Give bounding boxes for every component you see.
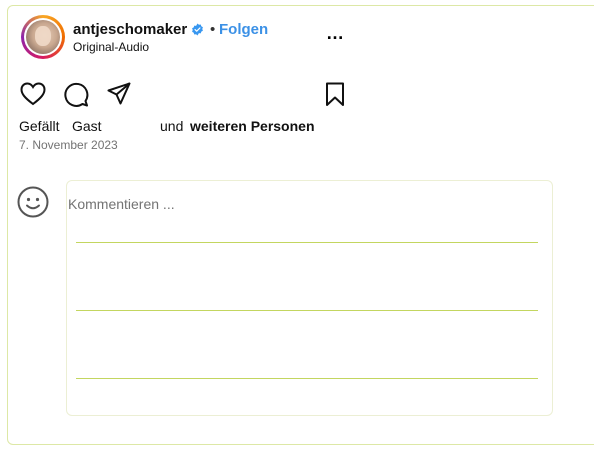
more-options-icon[interactable]: …: [326, 24, 346, 42]
heart-icon[interactable]: [20, 82, 46, 106]
guide-line: [76, 310, 538, 311]
follow-button[interactable]: Folgen: [219, 21, 268, 38]
comment-icon[interactable]: [63, 82, 89, 107]
likes-middle: und: [160, 118, 184, 134]
comment-input[interactable]: [66, 180, 553, 416]
bookmark-icon[interactable]: [324, 82, 346, 107]
emoji-icon[interactable]: [17, 186, 49, 218]
likes-prefix: Gefällt: [19, 118, 60, 134]
username-link[interactable]: antjeschomaker: [73, 21, 187, 38]
separator-dot: •: [210, 21, 216, 38]
guide-line: [76, 378, 538, 379]
avatar-image: [26, 20, 60, 54]
likes-user-link[interactable]: Gast: [72, 118, 102, 134]
likes-others-link[interactable]: weiteren Personen: [190, 118, 315, 134]
share-icon[interactable]: [107, 82, 131, 105]
comment-placeholder: Kommentieren ...: [68, 196, 175, 212]
avatar[interactable]: [21, 15, 65, 59]
verified-badge-icon: [192, 23, 203, 36]
audio-label[interactable]: Original-Audio: [73, 40, 149, 54]
post-date[interactable]: 7. November 2023: [19, 138, 118, 152]
guide-line: [76, 242, 538, 243]
